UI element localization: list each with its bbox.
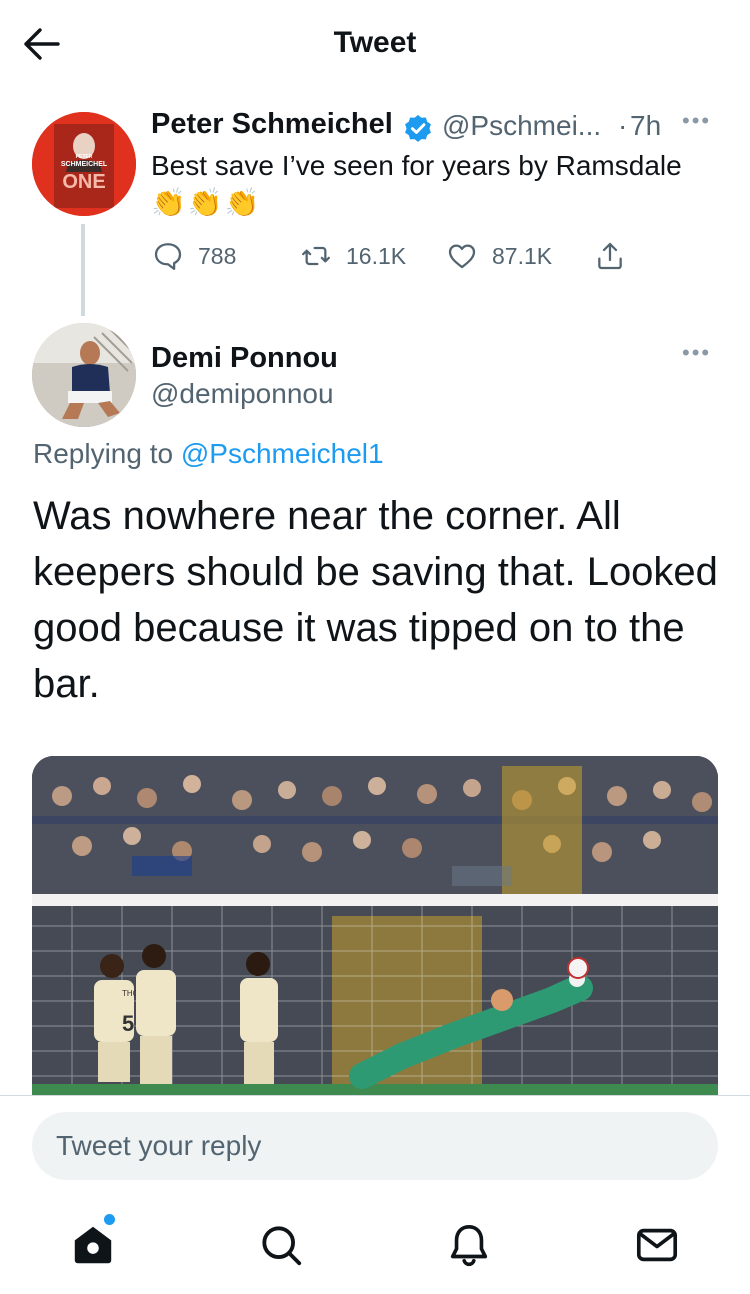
retweet-icon — [302, 246, 330, 266]
like-count: 87.1K — [492, 242, 553, 269]
share-icon — [598, 242, 622, 270]
nav-home[interactable] — [66, 1218, 120, 1272]
book-cover-avatar-image: PETER SCHMEICHEL ONE — [32, 112, 136, 216]
timestamp[interactable]: 7h — [630, 110, 661, 142]
reply-icon — [154, 243, 182, 270]
avatar[interactable]: PETER SCHMEICHEL ONE — [32, 112, 136, 216]
goalkeeper-save-photo: THOMAS 5 — [32, 756, 718, 1096]
replying-to-label: Replying to — [33, 438, 174, 469]
more-options-icon[interactable]: ••• — [682, 108, 716, 138]
profile-photo — [32, 323, 136, 427]
replying-to-line: Replying to @Pschmeichel1 — [33, 438, 384, 470]
avatar[interactable] — [32, 323, 136, 427]
retweet-count: 16.1K — [346, 242, 407, 269]
notification-dot — [104, 1214, 115, 1225]
heart-icon — [448, 244, 476, 269]
nav-search[interactable] — [254, 1218, 308, 1272]
clapping-hands-emoji: 👏👏👏 — [151, 187, 262, 218]
more-options-icon[interactable]: ••• — [682, 340, 716, 370]
share-button[interactable] — [594, 238, 626, 274]
thread-line — [81, 224, 85, 316]
tweet-media-image[interactable]: THOMAS 5 — [32, 756, 718, 1096]
like-button[interactable]: 87.1K — [446, 238, 552, 274]
reply-button[interactable]: 788 — [152, 238, 236, 274]
svg-text:SCHMEICHEL: SCHMEICHEL — [61, 161, 108, 168]
retweet-button[interactable]: 16.1K — [300, 238, 406, 274]
tweet-text: Best save I’ve seen for years by Ramsdal… — [151, 150, 682, 181]
bell-icon — [450, 1224, 488, 1267]
mail-icon — [636, 1228, 678, 1262]
author-handle[interactable]: @demiponnou — [151, 378, 334, 410]
nav-notifications[interactable] — [442, 1218, 496, 1272]
author-name[interactable]: Peter Schmeichel — [151, 108, 393, 141]
verified-badge-icon — [405, 115, 431, 142]
author-handle[interactable]: @Pschmei... — [442, 110, 601, 142]
divider — [0, 1095, 750, 1096]
svg-text:ONE: ONE — [62, 171, 105, 193]
svg-text:5: 5 — [122, 1011, 134, 1036]
home-icon — [74, 1226, 112, 1264]
search-icon — [262, 1226, 302, 1266]
separator-dot: · — [618, 110, 628, 141]
tweet-text: Was nowhere near the corner. All keepers… — [33, 494, 718, 706]
reply-count: 788 — [198, 242, 237, 269]
svg-text:PETER: PETER — [76, 154, 93, 160]
author-name[interactable]: Demi Ponnou — [151, 342, 338, 375]
page-title: Tweet — [333, 26, 417, 59]
replying-to-handle-link[interactable]: @Pschmeichel1 — [181, 438, 384, 469]
nav-messages[interactable] — [630, 1218, 684, 1272]
reply-input[interactable] — [32, 1112, 718, 1180]
